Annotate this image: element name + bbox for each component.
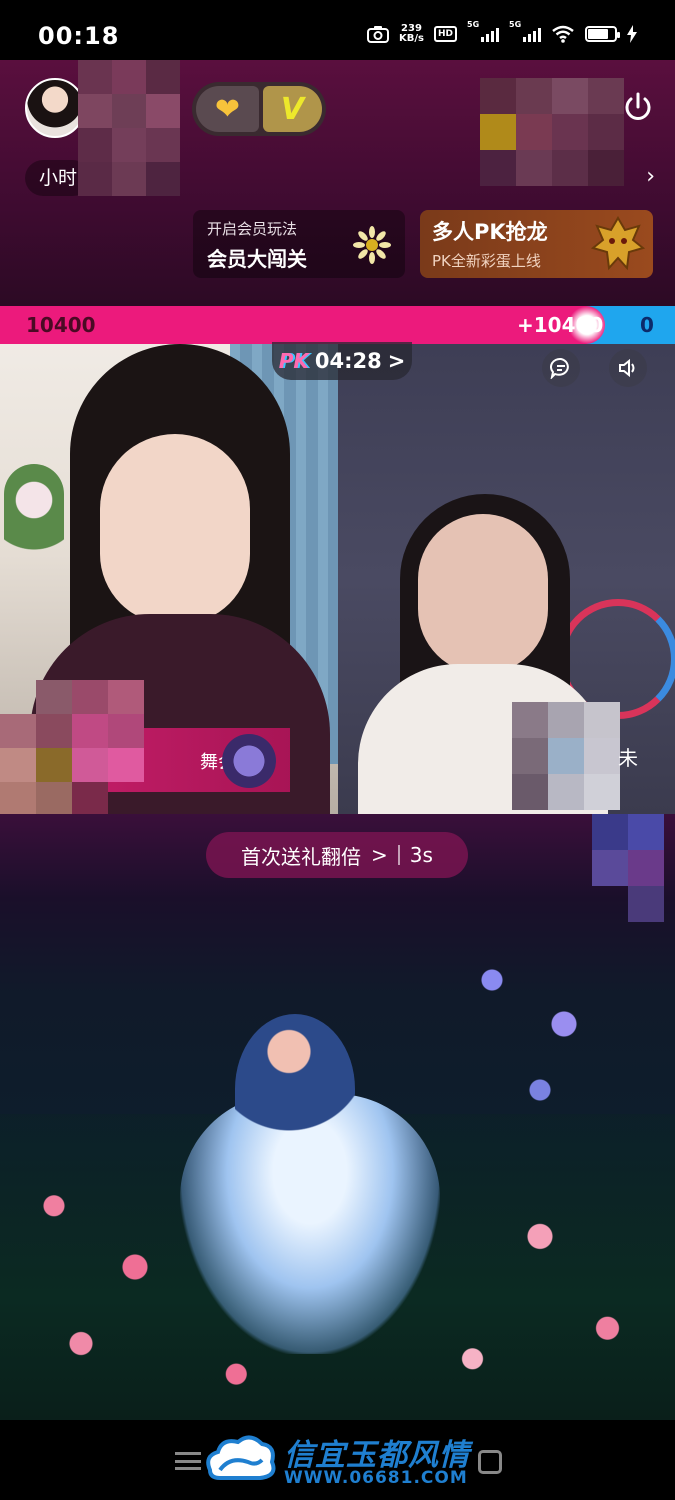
flower-arch — [420, 914, 660, 1134]
camera-icon — [367, 24, 389, 44]
first-gift-double-banner[interactable]: 首次送礼翻倍 > 3s — [206, 832, 468, 878]
clock: 00:18 — [38, 22, 120, 50]
wifi-icon — [551, 24, 575, 44]
vip-badge-icon: V — [262, 86, 322, 132]
chevron-right-icon: > — [371, 843, 388, 867]
pk-gain-score: +10400 — [517, 313, 604, 337]
pk-countdown: 04:28 — [314, 349, 382, 373]
comment-icon — [550, 357, 569, 379]
dancing-couple — [235, 1014, 355, 1164]
menu-icon[interactable] — [175, 1452, 201, 1470]
pk-left-score: 10400 — [26, 313, 96, 337]
charging-icon — [627, 24, 637, 44]
pk-timer-arrow: > — [387, 349, 406, 373]
signal-icon-sim2: 5G — [509, 20, 541, 42]
sunflower-icon — [353, 226, 391, 264]
battery-icon — [585, 26, 620, 42]
site-watermark: 信宜玉都风情 WWW.06681.COM — [200, 1428, 482, 1492]
host-avatar[interactable] — [25, 78, 85, 138]
cloud-logo-icon — [206, 1435, 276, 1480]
club-avatar-icon — [222, 734, 276, 788]
right-host-name[interactable]: 未 — [618, 742, 638, 771]
privacy-mosaic — [592, 814, 664, 922]
power-icon[interactable] — [621, 90, 655, 124]
status-bar: 00:18 239 KB/s HD 5G 5G — [0, 0, 675, 60]
gift-banner-text: 首次送礼翻倍 — [241, 844, 362, 869]
danmaku-button[interactable] — [542, 349, 580, 387]
hd-icon: HD — [433, 26, 457, 42]
pk-right-score: 0 — [640, 313, 654, 337]
user-badges[interactable]: ❤ V — [192, 82, 326, 136]
opponent-face — [418, 514, 548, 674]
speaker-icon — [619, 358, 635, 378]
pk-logo: PK — [278, 349, 309, 373]
sim2-label: 5G — [509, 20, 522, 29]
heart-badge-icon: ❤ — [196, 86, 259, 132]
pk-timer[interactable]: PK 04:28 > — [272, 342, 412, 380]
host-face — [100, 434, 250, 624]
network-speed: 239 KB/s — [399, 24, 424, 44]
divider — [397, 845, 400, 865]
live-room-header: 小时 › ❤ V 开启会员玩法 会员大闯关 多人PK抢龙 PK全新彩蛋上线 — [0, 60, 675, 306]
privacy-mosaic — [512, 702, 620, 810]
sim1-label: 5G — [467, 20, 480, 29]
pk-score-bar: 10400 +10400 0 — [0, 306, 675, 344]
network-speed-unit: KB/s — [399, 33, 424, 44]
signal-icon-sim1: 5G — [467, 20, 499, 42]
privacy-mosaic — [480, 78, 624, 186]
gift-countdown: 3s — [409, 843, 433, 867]
wreath-decoration — [4, 464, 64, 584]
chevron-right-icon[interactable]: › — [646, 164, 655, 189]
gift-animation — [0, 814, 675, 1420]
privacy-mosaic — [78, 60, 180, 196]
volume-button[interactable] — [609, 349, 647, 387]
member-challenge-banner[interactable]: 开启会员玩法 会员大闯关 — [193, 210, 405, 278]
status-icons: 239 KB/s HD 5G 5G — [367, 20, 637, 44]
dragon-icon — [591, 216, 645, 271]
watermark-url: WWW.06681.COM — [284, 1468, 468, 1488]
multi-pk-dragon-banner[interactable]: 多人PK抢龙 PK全新彩蛋上线 — [420, 210, 653, 278]
